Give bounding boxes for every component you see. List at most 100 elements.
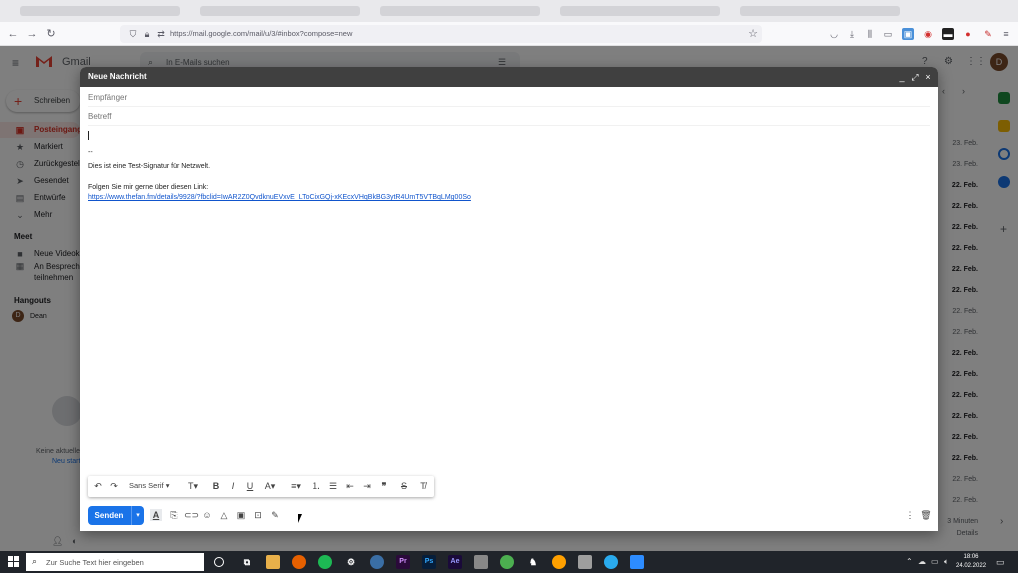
windows-start-icon[interactable]	[8, 556, 19, 567]
browser-tab[interactable]	[740, 6, 900, 16]
compose-header[interactable]: Neue Nachricht _ ⤢ ×	[80, 67, 938, 87]
align-icon[interactable]: ≡▾	[287, 480, 305, 493]
subject-field-placeholder: Betreff	[88, 112, 112, 121]
text-caret	[88, 131, 89, 140]
bookmark-star-icon[interactable]: ☆	[746, 27, 760, 41]
browser-tab[interactable]	[200, 6, 360, 16]
extension-badge-icon[interactable]: ●	[962, 28, 974, 40]
undo-icon[interactable]: ↶	[92, 480, 104, 493]
back-icon[interactable]: ←	[6, 27, 20, 41]
discard-trash-icon[interactable]: 🗑︎	[920, 509, 932, 521]
download-icon[interactable]: ⤓	[846, 28, 858, 40]
taskbar-search[interactable]: ⌕ Zur Suche Text hier eingeben	[26, 553, 204, 571]
formatting-toolbar: ↶ ↷ Sans Serif ▾ T▾ B I U A▾ ≡▾ ⒈ ☰ ⇤ ⇥ …	[88, 476, 434, 497]
clock-time: 18:06	[963, 554, 979, 560]
to-field[interactable]: Empfänger	[88, 88, 930, 107]
fullscreen-icon[interactable]: ⤢	[910, 71, 920, 83]
drive-icon[interactable]: △	[218, 509, 230, 521]
url-text: https://mail.google.com/mail/u/3/#inbox?…	[170, 29, 353, 38]
compose-title: Neue Nachricht	[88, 72, 147, 81]
text-color-icon[interactable]: A▾	[261, 480, 279, 493]
telegram-icon[interactable]	[604, 555, 618, 569]
formatting-toggle-icon[interactable]: A	[150, 509, 162, 521]
browser-tab-strip	[0, 0, 1018, 22]
browser-navbar: ← → ↻ ⛉ 🔒︎ ⇄ https://mail.google.com/mai…	[0, 22, 1018, 46]
notepad-icon[interactable]	[474, 555, 488, 569]
redo-icon[interactable]: ↷	[108, 480, 120, 493]
lock-icon[interactable]: 🔒︎	[140, 27, 154, 41]
extension-icon[interactable]: ▬	[942, 28, 954, 40]
attach-icon[interactable]: ⎘	[168, 509, 180, 521]
font-select-label: Sans Serif	[129, 481, 164, 490]
adblock-icon[interactable]: ◉	[922, 28, 934, 40]
premiere-icon[interactable]: Pr	[396, 555, 410, 569]
emoji-icon[interactable]: ☺	[201, 509, 213, 521]
font-select[interactable]: Sans Serif ▾	[129, 481, 169, 490]
send-button-label: Senden	[94, 511, 124, 520]
notification-icon[interactable]: ▭	[996, 557, 1005, 568]
reload-icon[interactable]: ↻	[44, 27, 58, 41]
browser-tab[interactable]	[20, 6, 180, 16]
mouse-cursor	[298, 514, 306, 523]
send-options-chevron-icon[interactable]: ▾	[131, 506, 144, 525]
file-explorer-icon[interactable]	[266, 555, 280, 569]
taskbar-clock[interactable]: 18:06 24.02.2022	[956, 553, 986, 571]
pin-extension-icon[interactable]: ✎	[982, 28, 994, 40]
task-view-icon[interactable]: ⧉	[240, 555, 254, 569]
app-icon[interactable]: ♞	[526, 555, 540, 569]
library-icon[interactable]: ⫼	[864, 28, 876, 40]
close-icon[interactable]: ×	[923, 71, 933, 83]
quote-icon[interactable]: ❞	[378, 480, 390, 493]
steam-icon[interactable]: ⚙	[344, 555, 358, 569]
pocket-icon[interactable]: ◡	[828, 28, 840, 40]
forward-icon[interactable]: →	[25, 27, 39, 41]
url-bar[interactable]: ⛉ 🔒︎ ⇄ https://mail.google.com/mail/u/3/…	[120, 25, 762, 43]
spotify-icon[interactable]	[318, 555, 332, 569]
photoshop-icon[interactable]: Ps	[422, 555, 436, 569]
to-field-placeholder: Empfänger	[88, 93, 128, 102]
reader-icon[interactable]: ▭	[882, 28, 894, 40]
send-button[interactable]: Senden ▾	[88, 506, 144, 525]
app-icon[interactable]	[552, 555, 566, 569]
zoom-icon[interactable]	[630, 555, 644, 569]
bold-icon[interactable]: B	[210, 480, 222, 493]
subject-field[interactable]: Betreff	[88, 107, 930, 126]
screenshot-icon[interactable]: ▣	[902, 28, 914, 40]
taskbar: ⌕ Zur Suche Text hier eingeben ⧉ ⚙ Pr Ps…	[0, 551, 1018, 573]
indent-more-icon[interactable]: ⇥	[361, 480, 373, 493]
tray-chevron-icon[interactable]: ⌃	[906, 557, 913, 566]
after-effects-icon[interactable]: Ae	[448, 555, 462, 569]
compose-dialog: Neue Nachricht _ ⤢ × Empfänger Betreff -…	[80, 67, 938, 531]
firefox-icon[interactable]	[292, 555, 306, 569]
link-icon[interactable]: ⊂⊃	[184, 509, 199, 521]
numbered-list-icon[interactable]: ⒈	[310, 480, 322, 493]
minimize-icon[interactable]: _	[897, 71, 907, 83]
app-icon[interactable]	[578, 555, 592, 569]
bulleted-list-icon[interactable]: ☰	[327, 480, 339, 493]
indent-less-icon[interactable]: ⇤	[344, 480, 356, 493]
permissions-icon[interactable]: ⇄	[154, 27, 168, 41]
app-icon[interactable]	[370, 555, 384, 569]
text-size-icon[interactable]: T▾	[184, 480, 202, 493]
photo-icon[interactable]: ▣	[235, 509, 247, 521]
underline-icon[interactable]: U	[244, 480, 256, 493]
cloud-icon[interactable]: ☁	[918, 557, 926, 566]
more-options-icon[interactable]: ⋮	[904, 509, 916, 521]
chrome-icon[interactable]	[500, 555, 514, 569]
confidential-mode-icon[interactable]: ⊡	[252, 509, 264, 521]
network-icon[interactable]: ▭	[931, 557, 939, 566]
browser-tab[interactable]	[560, 6, 720, 16]
signature-pen-icon[interactable]: ✎	[269, 509, 281, 521]
menu-icon[interactable]: ≡	[1000, 28, 1012, 40]
signature-link[interactable]: https://www.thefan.fm/details/9928/?fbcl…	[88, 194, 471, 201]
cortana-icon[interactable]	[214, 557, 224, 567]
shield-icon[interactable]: ⛉	[126, 27, 140, 41]
taskbar-search-input[interactable]: Zur Suche Text hier eingeben	[46, 558, 144, 567]
clear-format-icon[interactable]: T̸	[417, 480, 429, 493]
follow-text: Folgen Sie mir gerne über diesen Link:	[88, 184, 209, 191]
clock-date: 24.02.2022	[956, 563, 987, 569]
strikethrough-icon[interactable]: S	[398, 480, 410, 493]
volume-icon[interactable]: 🔈︎	[944, 557, 949, 567]
italic-icon[interactable]: I	[227, 480, 239, 493]
browser-tab[interactable]	[380, 6, 540, 16]
